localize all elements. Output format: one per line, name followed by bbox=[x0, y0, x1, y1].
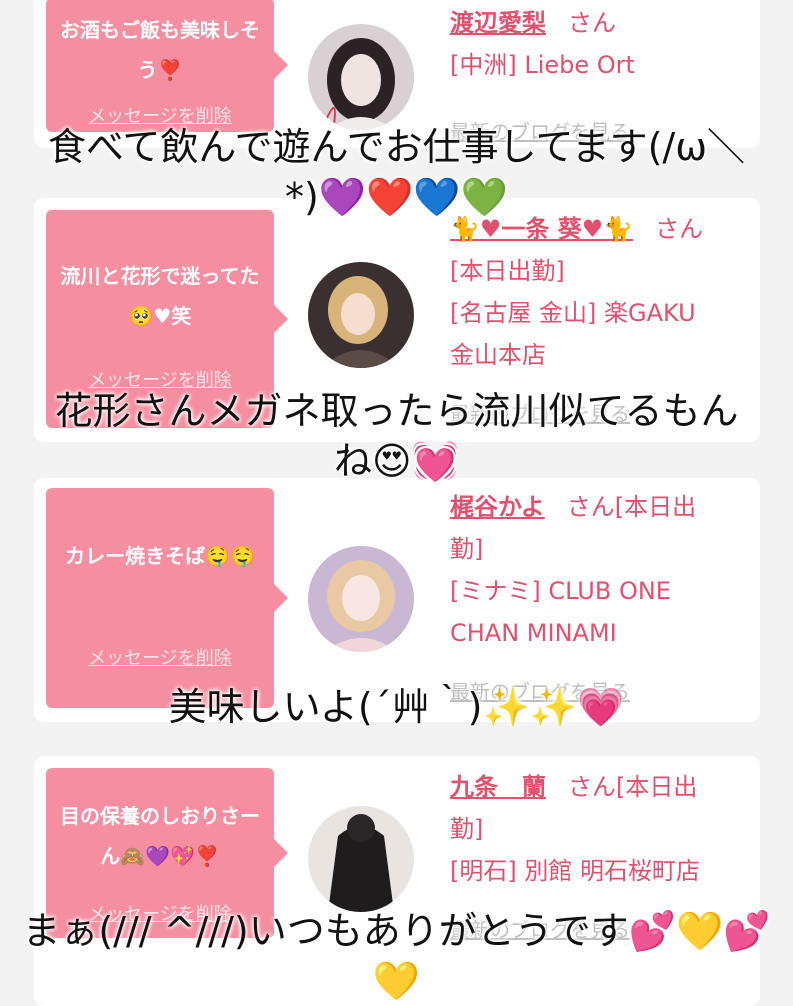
cast-info: 渡辺愛梨 さん [中洲] Liebe Ort bbox=[450, 2, 750, 86]
avatar[interactable] bbox=[308, 546, 414, 652]
honorific: さん bbox=[568, 9, 616, 37]
caption-overlay: まぁ(/// ^///)いつもありがとうです💕💛💕 💛 bbox=[0, 906, 793, 1006]
avatar[interactable] bbox=[308, 24, 414, 130]
message-text: 目の保養のしおりさーん🙈💜💖❣️ bbox=[60, 804, 260, 868]
shop-info: [ミナミ] CLUB ONE bbox=[450, 577, 671, 605]
caption-line: 花形さんメガネ取ったら流川似てるもん bbox=[54, 389, 739, 433]
caption-line: 💛 bbox=[372, 959, 421, 1003]
shop-info: CHAN MINAMI bbox=[450, 619, 617, 647]
caption-line: *)💜❤️💙💚 bbox=[284, 175, 509, 219]
cast-name-link[interactable]: 渡辺愛梨 bbox=[450, 9, 546, 37]
shop-info: 金山本店 bbox=[450, 341, 546, 369]
caption-overlay: 食べて飲んで遊んでお仕事してます(/ω＼ *)💜❤️💙💚 bbox=[0, 122, 793, 222]
delete-message-link[interactable]: メッセージを削除 bbox=[46, 644, 274, 670]
shop-info: 勤] bbox=[450, 535, 484, 563]
cast-info: 梶谷かよ さん[本日出 勤] [ミナミ] CLUB ONE CHAN MINAMI bbox=[450, 486, 750, 654]
cast-info: 🐈♥一条 葵♥🐈 さん [本日出勤] [名古屋 金山] 楽GAKU 金山本店 bbox=[450, 208, 750, 376]
shop-info: [明石] 別館 明石桜町店 bbox=[450, 857, 700, 885]
shop-info: 勤] bbox=[450, 815, 484, 843]
honorific: さん[本日出 bbox=[566, 493, 697, 521]
cast-info: 九条 蘭さん[本日出 勤] [明石] 別館 明石桜町店 bbox=[450, 766, 750, 892]
message-text: 流川と花形で迷ってた🥺♥︎笑 bbox=[60, 264, 260, 328]
caption-overlay: 花形さんメガネ取ったら流川似てるもん ね😍💓 bbox=[0, 386, 793, 486]
message-text: カレー焼きそば🤤🤤 bbox=[65, 544, 255, 568]
honorific: さん[本日出 bbox=[568, 773, 698, 801]
shop-info: [中洲] Liebe Ort bbox=[450, 51, 635, 79]
caption-line: ね😍💓 bbox=[334, 439, 459, 483]
shop-info: [名古屋 金山] 楽GAKU bbox=[450, 299, 696, 327]
avatar[interactable] bbox=[308, 806, 414, 912]
message-text: お酒もご飯も美味しそう❣️ bbox=[60, 18, 260, 82]
shop-info: [本日出勤] bbox=[450, 257, 565, 285]
caption-overlay: 美味しいよ(´艸｀)✨✨💗 bbox=[0, 682, 793, 732]
message-bubble: カレー焼きそば🤤🤤 メッセージを削除 bbox=[46, 488, 288, 708]
caption-line: 食べて飲んで遊んでお仕事してます(/ω＼ bbox=[47, 125, 746, 169]
caption-line: 美味しいよ(´艸｀)✨✨💗 bbox=[168, 685, 625, 729]
cast-name-link[interactable]: 九条 蘭 bbox=[450, 773, 546, 801]
caption-line: まぁ(/// ^///)いつもありがとうです💕💛💕 bbox=[22, 909, 771, 953]
cast-name-link[interactable]: 梶谷かよ bbox=[450, 493, 545, 521]
message-bubble: お酒もご飯も美味しそう❣️ メッセージを削除 bbox=[46, 0, 288, 132]
avatar[interactable] bbox=[308, 262, 414, 368]
